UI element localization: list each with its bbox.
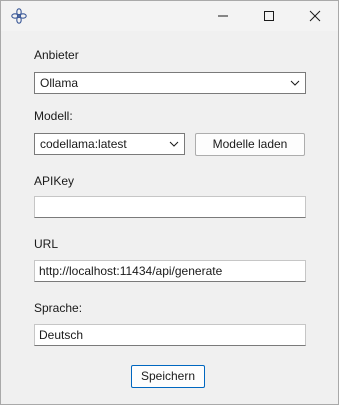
model-select-value: codellama:latest	[40, 137, 127, 151]
settings-window: Anbieter Ollama Modell: codellama:latest…	[0, 0, 339, 405]
gear-flower-icon	[10, 7, 28, 25]
save-button[interactable]: Speichern	[131, 365, 205, 388]
close-button[interactable]	[292, 1, 338, 31]
language-field[interactable]: Deutsch	[34, 324, 306, 346]
maximize-button[interactable]	[246, 1, 292, 31]
apikey-label: APIKey	[34, 174, 75, 188]
url-label: URL	[34, 237, 59, 251]
model-label: Modell:	[34, 109, 73, 123]
load-models-button[interactable]: Modelle laden	[195, 133, 305, 156]
language-label: Sprache:	[34, 301, 83, 315]
model-select[interactable]: codellama:latest	[34, 133, 185, 155]
chevron-down-icon	[169, 141, 179, 147]
url-field[interactable]: http://localhost:11434/api/generate	[34, 260, 306, 282]
apikey-field[interactable]	[34, 196, 306, 218]
maximize-icon	[264, 11, 274, 21]
close-icon	[309, 10, 321, 22]
minimize-icon	[218, 15, 228, 17]
provider-select[interactable]: Ollama	[34, 72, 306, 94]
provider-label: Anbieter	[34, 48, 79, 62]
provider-select-value: Ollama	[40, 76, 79, 90]
chevron-down-icon	[290, 80, 300, 86]
minimize-button[interactable]	[200, 1, 246, 31]
title-bar[interactable]	[1, 1, 338, 31]
